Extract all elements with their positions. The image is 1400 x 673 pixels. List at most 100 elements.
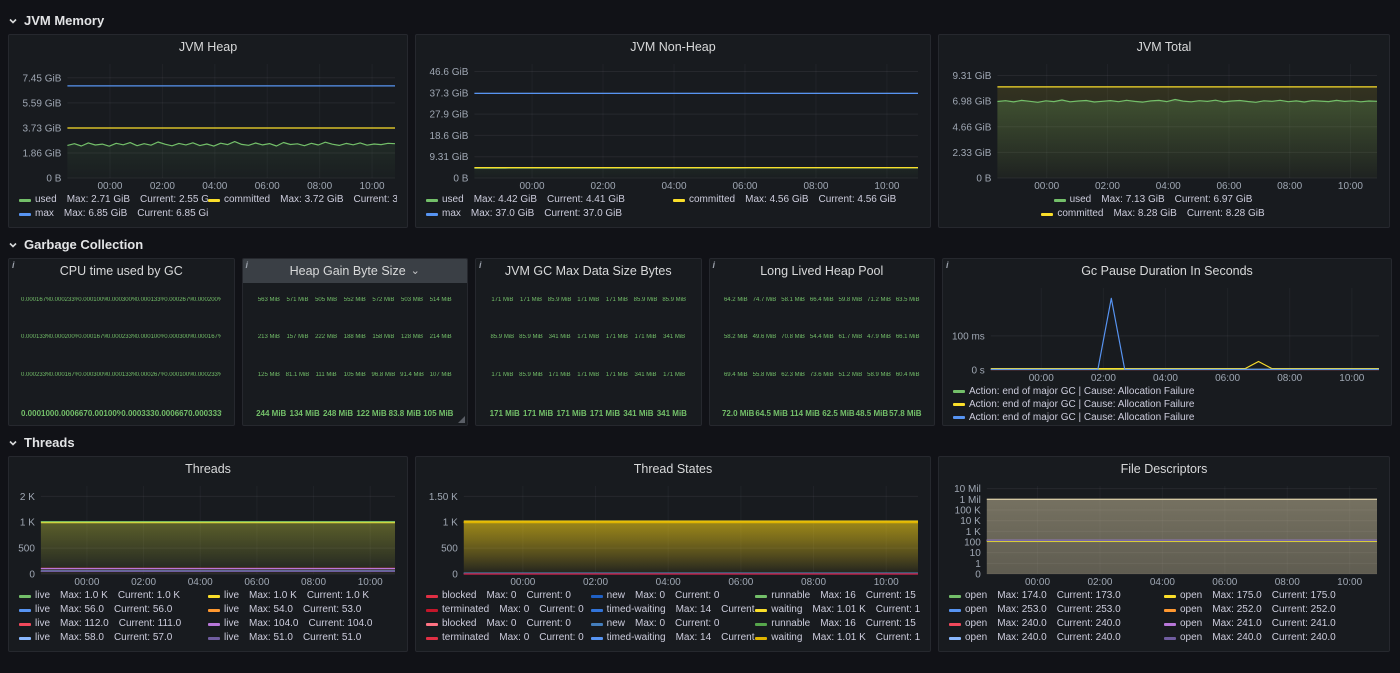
legend-item[interactable]: openMax: 175.0Current: 175.0 bbox=[1164, 589, 1379, 603]
panel-header[interactable]: Thread States bbox=[416, 457, 930, 481]
legend-item[interactable]: Action: end of major GC | Cause: Allocat… bbox=[953, 398, 1381, 411]
legend-item[interactable]: timed-waitingMax: 14Current: 13 bbox=[591, 631, 756, 645]
legend-item[interactable]: usedMax: 4.42 GiBCurrent: 4.41 GiB bbox=[426, 193, 673, 207]
series-name: open bbox=[1180, 603, 1202, 617]
stat-value: 134 MiB bbox=[288, 409, 321, 418]
stat-grid: 64.2 MiB74.7 MiB58.1 MiB66.4 MiB59.8 MiB… bbox=[716, 283, 929, 422]
legend-item[interactable]: committedMax: 3.72 GiBCurrent: 3.72 GiB bbox=[208, 193, 397, 207]
legend-item[interactable]: openMax: 252.0Current: 252.0 bbox=[1164, 603, 1379, 617]
series-color-swatch bbox=[1164, 595, 1176, 598]
panel-resize-handle[interactable] bbox=[458, 416, 465, 423]
info-icon[interactable]: i bbox=[479, 260, 482, 270]
panel-title: Threads bbox=[185, 462, 231, 476]
series-color-swatch bbox=[1164, 609, 1176, 612]
legend-item[interactable]: openMax: 241.0Current: 241.0 bbox=[1164, 617, 1379, 631]
panel-header[interactable]: Gc Pause Duration In Seconds bbox=[943, 259, 1391, 283]
svg-text:04:00: 04:00 bbox=[662, 181, 687, 192]
svg-text:04:00: 04:00 bbox=[188, 577, 213, 588]
legend-item[interactable]: committedMax: 4.56 GiBCurrent: 4.56 GiB bbox=[673, 193, 920, 207]
legend-item[interactable]: openMax: 240.0Current: 240.0 bbox=[949, 631, 1164, 645]
svg-text:00:00: 00:00 bbox=[97, 181, 122, 192]
jvm-non-heap-chart[interactable]: 0 B9.31 GiB18.6 GiB27.9 GiB37.3 GiB46.6 … bbox=[422, 59, 924, 192]
series-color-swatch bbox=[19, 623, 31, 626]
series-max: Max: 174.0 bbox=[997, 589, 1046, 603]
panel-header[interactable]: Heap Gain Byte Size ⌄ bbox=[243, 259, 468, 283]
gc-pause-chart[interactable]: 0 s100 ms00:0002:0004:0006:0008:0010:00 bbox=[949, 283, 1385, 384]
info-icon[interactable]: i bbox=[713, 260, 716, 270]
series-max: Max: 240.0 bbox=[997, 617, 1046, 631]
legend-item[interactable]: newMax: 0Current: 0 bbox=[591, 589, 756, 603]
jvm-heap-chart[interactable]: 0 B1.86 GiB3.73 GiB5.59 GiB7.45 GiB00:00… bbox=[15, 59, 401, 192]
panel-header[interactable]: JVM Non-Heap bbox=[416, 35, 930, 59]
series-name: new bbox=[607, 617, 625, 631]
legend: usedMax: 7.13 GiBCurrent: 6.97 GiBcommit… bbox=[945, 192, 1383, 224]
panel-header[interactable]: CPU time used by GC bbox=[9, 259, 234, 283]
legend-item[interactable]: usedMax: 7.13 GiBCurrent: 6.97 GiB bbox=[1054, 193, 1253, 207]
legend-item[interactable]: committedMax: 8.28 GiBCurrent: 8.28 GiB bbox=[1041, 207, 1264, 221]
section-header-jvm-memory[interactable]: JVM Memory bbox=[8, 6, 1392, 34]
info-icon[interactable]: i bbox=[12, 260, 15, 270]
stat-value: 85.9 MiB bbox=[517, 334, 546, 340]
series-current: Current: 1.0 K bbox=[307, 589, 369, 603]
series-max: Max: 1.0 K bbox=[60, 589, 108, 603]
info-icon[interactable]: i bbox=[246, 260, 249, 270]
info-icon[interactable]: i bbox=[946, 260, 949, 270]
legend-item[interactable]: Action: end of major GC | Cause: Allocat… bbox=[953, 385, 1381, 398]
svg-text:4.66 GiB: 4.66 GiB bbox=[952, 122, 991, 133]
legend-item[interactable]: newMax: 0Current: 0 bbox=[591, 617, 756, 631]
svg-text:1.86 GiB: 1.86 GiB bbox=[22, 148, 61, 159]
legend-item[interactable]: terminatedMax: 0Current: 0 bbox=[426, 603, 591, 617]
thread-states-chart[interactable]: 05001 K1.50 K00:0002:0004:0006:0008:0010… bbox=[422, 481, 924, 588]
stat-value: 0.000233% bbox=[193, 372, 222, 378]
panel-header[interactable]: File Descriptors bbox=[939, 457, 1389, 481]
svg-text:10:00: 10:00 bbox=[874, 577, 899, 588]
svg-text:2 K: 2 K bbox=[20, 492, 35, 503]
series-max: Max: 8.28 GiB bbox=[1113, 207, 1176, 221]
jvm-total-chart[interactable]: 0 B2.33 GiB4.66 GiB6.98 GiB9.31 GiB00:00… bbox=[945, 59, 1383, 192]
legend-item[interactable]: maxMax: 6.85 GiBCurrent: 6.85 GiB bbox=[19, 207, 208, 221]
series-max: Max: 51.0 bbox=[249, 631, 293, 645]
stat-value: 54.4 MiB bbox=[807, 334, 836, 340]
legend-item[interactable]: liveMax: 1.0 KCurrent: 1.0 K bbox=[208, 589, 397, 603]
legend-item[interactable]: terminatedMax: 0Current: 0 bbox=[426, 631, 591, 645]
panel-header[interactable]: Threads bbox=[9, 457, 407, 481]
threads-chart[interactable]: 05001 K2 K00:0002:0004:0006:0008:0010:00 bbox=[15, 481, 401, 588]
legend-item[interactable]: Action: end of major GC | Cause: Allocat… bbox=[953, 411, 1381, 422]
stat-value: 0.000200% bbox=[193, 297, 222, 303]
legend-item[interactable]: timed-waitingMax: 14Current: 13 bbox=[591, 603, 756, 617]
legend-item[interactable]: liveMax: 1.0 KCurrent: 1.0 K bbox=[19, 589, 208, 603]
svg-text:08:00: 08:00 bbox=[307, 181, 332, 192]
legend-item[interactable]: liveMax: 58.0Current: 57.0 bbox=[19, 631, 208, 645]
series-max: Max: 175.0 bbox=[1212, 589, 1261, 603]
legend-item[interactable]: liveMax: 112.0Current: 111.0 bbox=[19, 617, 208, 631]
series-color-swatch bbox=[949, 595, 961, 598]
panel-header[interactable]: JVM Total bbox=[939, 35, 1389, 59]
file-descriptors-chart[interactable]: 01101001 K10 K100 K1 Mil10 Mil00:0002:00… bbox=[945, 481, 1383, 588]
legend-item[interactable]: liveMax: 104.0Current: 104.0 bbox=[208, 617, 397, 631]
svg-text:500: 500 bbox=[18, 544, 35, 555]
legend-item[interactable]: openMax: 174.0Current: 173.0 bbox=[949, 589, 1164, 603]
panel-title: File Descriptors bbox=[1121, 462, 1208, 476]
legend-item[interactable]: runnableMax: 16Current: 15 bbox=[755, 617, 920, 631]
section-header-threads[interactable]: Threads bbox=[8, 428, 1392, 456]
legend-item[interactable]: openMax: 240.0Current: 240.0 bbox=[949, 617, 1164, 631]
panel-header[interactable]: JVM GC Max Data Size Bytes bbox=[476, 259, 701, 283]
legend-item[interactable]: liveMax: 51.0Current: 51.0 bbox=[208, 631, 397, 645]
legend-item[interactable]: liveMax: 54.0Current: 53.0 bbox=[208, 603, 397, 617]
series-color-swatch bbox=[426, 595, 438, 598]
legend-item[interactable]: blockedMax: 0Current: 0 bbox=[426, 589, 591, 603]
legend-item[interactable]: openMax: 240.0Current: 240.0 bbox=[1164, 631, 1379, 645]
legend-item[interactable]: liveMax: 56.0Current: 56.0 bbox=[19, 603, 208, 617]
legend-item[interactable]: maxMax: 37.0 GiBCurrent: 37.0 GiB bbox=[426, 207, 673, 221]
legend-item[interactable]: blockedMax: 0Current: 0 bbox=[426, 617, 591, 631]
section-header-garbage-collection[interactable]: Garbage Collection bbox=[8, 230, 1392, 258]
panel-header[interactable]: Long Lived Heap Pool bbox=[710, 259, 935, 283]
legend-item[interactable]: waitingMax: 1.01 KCurrent: 1.01 K bbox=[755, 631, 920, 645]
series-current: Current: 240.0 bbox=[1057, 631, 1121, 645]
legend-item[interactable]: runnableMax: 16Current: 15 bbox=[755, 589, 920, 603]
legend-item[interactable]: openMax: 253.0Current: 253.0 bbox=[949, 603, 1164, 617]
legend-item[interactable]: waitingMax: 1.01 KCurrent: 1.01 K bbox=[755, 603, 920, 617]
series-color-swatch bbox=[208, 623, 220, 626]
panel-header[interactable]: JVM Heap bbox=[9, 35, 407, 59]
legend-item[interactable]: usedMax: 2.71 GiBCurrent: 2.55 GiB bbox=[19, 193, 208, 207]
